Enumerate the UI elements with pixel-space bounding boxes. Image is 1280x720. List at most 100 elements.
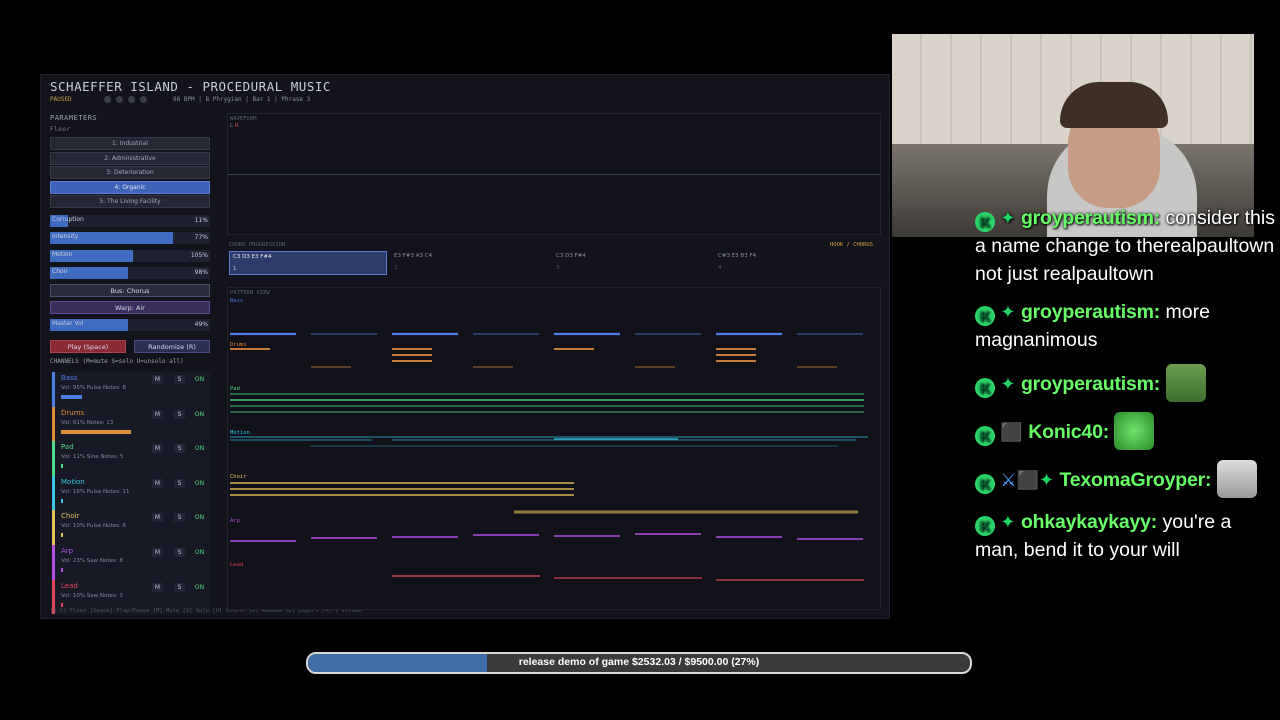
solo-button[interactable]: S [174,444,185,454]
track-on-toggle[interactable]: ON [194,513,205,522]
track-on-toggle[interactable]: ON [194,583,205,592]
dot-icon [128,96,135,103]
track-arp[interactable]: Arp M S ON Vol: 23% Saw Notes: 8 [52,544,210,580]
floor-option-1[interactable]: 1: Industrial [50,137,210,150]
track-on-toggle[interactable]: ON [194,410,205,419]
chat-username[interactable]: groyperautism: [1021,373,1160,395]
pattern-label-choir: Choir [230,474,247,480]
streamer-cap [1060,82,1168,128]
pepe-emote [1165,364,1206,402]
mute-button[interactable]: M [152,513,163,523]
track-choir[interactable]: Choir M S ON Vol: 10% Pulse Notes: 6 [52,510,210,545]
chat-username[interactable]: groyperautism: [1021,301,1160,323]
k-badge-icon: K [975,212,995,232]
track-on-toggle[interactable]: ON [194,479,205,488]
dot-icon [140,96,147,103]
chat-username[interactable]: TexomaGroyper: [1060,469,1212,491]
solo-button[interactable]: S [174,513,185,523]
gem-icon: ✦ [1000,374,1016,394]
gem-icon: ✦ [1000,302,1016,322]
chord-cell-2[interactable]: E3 F#3 A3 C4 2 [391,251,549,275]
solo-button[interactable]: S [174,478,185,488]
track-name: Lead [61,581,78,590]
laugh-emote [1114,412,1155,450]
slider-value: 77% [194,234,208,242]
slider-label: Corruption [52,216,84,223]
track-bass[interactable]: Bass M S ON Vol: 95% Pulse Notes: 8 [52,372,210,407]
waveform-line [228,174,880,175]
slider-intensity[interactable]: Intensity 77% [50,232,210,245]
track-on-toggle[interactable]: ON [194,375,205,384]
pattern-label-drums: Drums [230,342,247,348]
mute-button[interactable]: M [152,478,163,488]
play-button[interactable]: Play (Space) [50,340,126,353]
channels-heading: CHANNELS (M=mute S=solo U=unsolo all) [50,358,184,365]
chat-username[interactable]: groyperautism: [1021,207,1160,229]
track-pad[interactable]: Pad M S ON Vol: 11% Sine Notes: 5 [52,441,210,476]
floor-option-5[interactable]: 5: The Living Facility [50,195,210,209]
chat-message: K ✦ groyperautism: more magnanimous [975,298,1275,354]
hook-chorus-label: HOOK / CHORUS [829,242,873,248]
slider-value: 11% [194,217,208,224]
gem-icon: ✦ [1038,470,1055,490]
track-name: Choir [61,512,80,521]
solo-button[interactable]: S [174,547,185,557]
chord-cell-4[interactable]: C#3 E3 B3 F4 4 [715,251,873,275]
stream-frame: SCHAEFFER ISLAND - PROCEDURAL MUSIC PAUS… [0,0,1280,720]
track-volume-bar [61,533,63,538]
chat-username[interactable]: ohkaykaykayy: [1021,511,1157,533]
track-info: Vol: 23% Saw Notes: 8 [61,557,123,564]
mute-button[interactable]: M [152,409,163,419]
right-channel-label: R [234,123,239,129]
k-badge-icon: K [975,474,995,494]
chat-message: K ✦ ohkaykaykayy: you're a man, bend it … [975,508,1275,564]
chord-notes: C#3 E3 B3 F4 [718,253,757,259]
mute-button[interactable]: M [152,582,163,592]
solo-button[interactable]: S [174,375,185,384]
chat-username[interactable]: Konic40: [1028,421,1109,443]
randomize-button[interactable]: Randomize (R) [134,340,210,353]
track-drums[interactable]: Drums M S ON Vol: 61% Notes: 13 [52,406,210,442]
k-badge-icon: K [975,378,995,398]
track-on-toggle[interactable]: ON [194,444,205,453]
chat-message: K ✦ groyperautism: consider this a name … [975,204,1275,288]
chat-message: K ✦ groyperautism: [975,364,1275,402]
track-on-toggle[interactable]: ON [194,548,205,557]
track-info: Vol: 10% Pulse Notes: 6 [61,523,127,530]
chord-notes: C3 D3 E3 F#4 [233,254,272,260]
slider-motion[interactable]: Motion 105% [50,249,210,262]
chord-number: 4 [718,265,722,271]
track-volume-bar [61,498,63,503]
music-app-window: SCHAEFFER ISLAND - PROCEDURAL MUSIC PAUS… [40,74,890,619]
mute-button[interactable]: M [152,547,163,557]
parameters-heading: PARAMETERS [50,114,98,122]
chat-overlay: K ✦ groyperautism: consider this a name … [975,204,1275,574]
chord-cell-1[interactable]: C3 D3 E3 F#4 1 [229,251,387,275]
chord-cell-3[interactable]: C3 D3 F#4 3 [553,251,711,275]
track-volume-bar [61,567,63,572]
warp-button[interactable]: Warp: Air [50,301,210,314]
track-volume-bar [61,429,132,434]
track-motion[interactable]: Motion M S ON Vol: 16% Pulse Notes: 11 [52,475,210,511]
tempo-key-info: 98 BPM | B Phrygian | Bar 1 | Phrase 3 [173,96,311,103]
track-volume-bar [61,602,63,607]
floor-option-2[interactable]: 2: Administrative [50,151,210,165]
chord-progression-panel: CHORD PROGRESSION HOOK / CHORUS C3 D3 E3… [227,242,881,282]
slider-corruption[interactable]: Corruption 11% [50,215,210,227]
k-badge-icon: K [975,306,995,326]
track-info: Vol: 10% Saw Notes: 3 [61,592,123,599]
solo-button[interactable]: S [174,582,185,592]
pattern-view-panel: PATTERN VIEW Bass Drums Pad Motion Choir Arp L… [227,287,881,610]
slider-choir[interactable]: Choir 98% [50,267,210,280]
bus-button[interactable]: Bus: Chorus [50,284,210,297]
status-dots [104,96,147,103]
slider-label: Intensity [52,233,79,241]
k-badge-icon: K [975,426,995,446]
mute-button[interactable]: M [152,444,163,454]
track-info: Vol: 16% Pulse Notes: 11 [61,488,130,495]
floor-option-4[interactable]: 4: Organic [50,180,210,194]
solo-button[interactable]: S [174,409,185,419]
master-volume-slider[interactable]: Master Vol 49% [50,319,210,331]
floor-option-3[interactable]: 3: Deterioration [50,166,210,180]
mute-button[interactable]: M [152,375,163,384]
